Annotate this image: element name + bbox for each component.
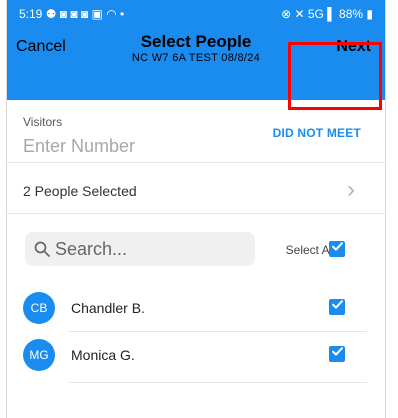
person-checkbox-monica[interactable]: [329, 346, 345, 362]
status-time: 5:19: [19, 7, 43, 21]
chevron-right-icon[interactable]: ›: [347, 176, 355, 204]
page-subtitle: NC W7 6A TEST 08/8/24: [131, 52, 261, 64]
next-button[interactable]: Next: [336, 38, 371, 56]
check-icon: [331, 240, 344, 258]
person-name[interactable]: Chandler B.: [71, 300, 145, 316]
section-divider: [7, 162, 385, 163]
search-box[interactable]: [25, 232, 255, 266]
search-input[interactable]: [55, 238, 245, 260]
people-selected-row[interactable]: 2 People Selected: [23, 183, 137, 199]
status-bar: 5:19 ⚉ ◙ ◙ ◙ ▣ ◠ • ⊗ ✕ 5G ▌ 88% ▮: [7, 0, 385, 28]
search-icon: [33, 240, 51, 258]
app-screen: 5:19 ⚉ ◙ ◙ ◙ ▣ ◠ • ⊗ ✕ 5G ▌ 88% ▮ Cancel…: [6, 0, 386, 418]
status-notification-icons: ⚉ ◙ ◙ ◙ ▣ ◠ •: [45, 7, 125, 21]
status-left: 5:19 ⚉ ◙ ◙ ◙ ▣ ◠ •: [19, 7, 124, 21]
select-all-checkbox[interactable]: [329, 241, 345, 257]
avatar: CB: [23, 292, 55, 324]
avatar: MG: [23, 339, 55, 371]
list-divider: [69, 331, 367, 332]
check-icon: [331, 298, 344, 316]
section-divider: [7, 213, 385, 214]
did-not-meet-button[interactable]: DID NOT MEET: [273, 126, 361, 140]
list-divider: [69, 382, 367, 383]
visitors-label: Visitors: [23, 115, 63, 129]
person-name[interactable]: Monica G.: [71, 347, 135, 363]
person-checkbox-chandler[interactable]: [329, 299, 345, 315]
check-icon: [331, 345, 344, 363]
visitors-number-input[interactable]: [23, 133, 193, 159]
status-right-icons: ⊗ ✕ 5G ▌ 88% ▮: [281, 7, 373, 21]
select-all-label[interactable]: Select All: [286, 243, 335, 257]
page-title: Select People: [140, 32, 252, 51]
